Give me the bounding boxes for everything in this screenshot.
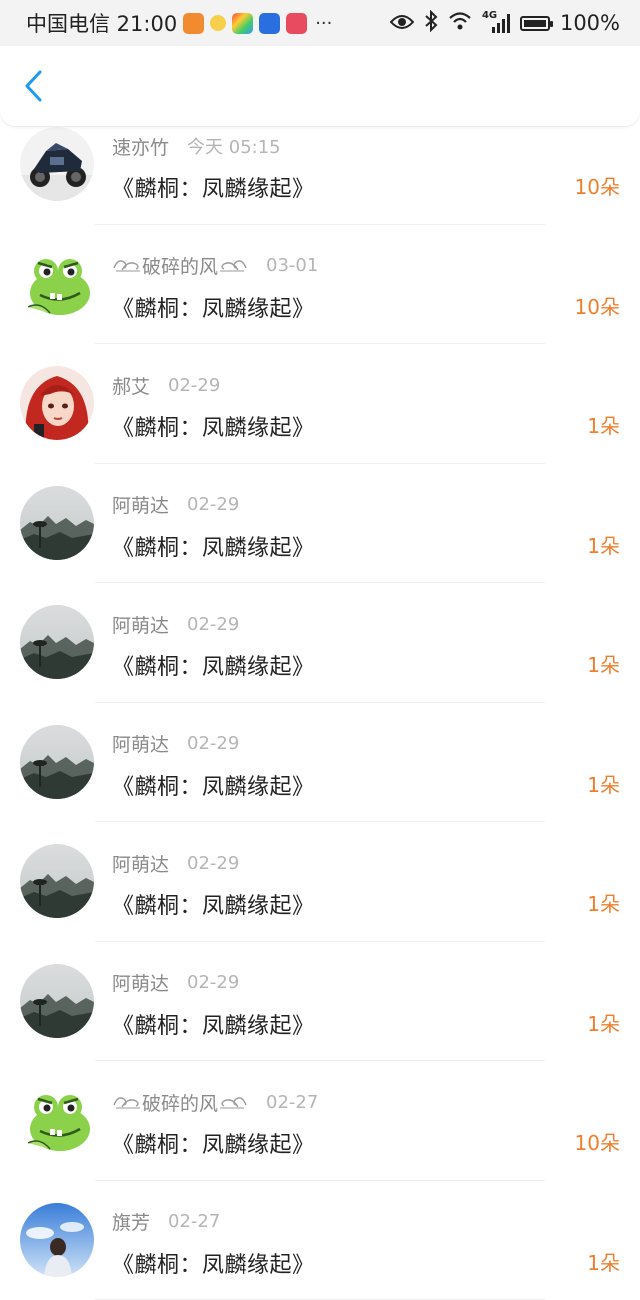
nickname-decoration-icon (218, 1091, 248, 1114)
book-app-icon (286, 13, 307, 34)
entry-meta: 阿萌达 02-29 (112, 970, 239, 996)
book-title: 《麟桐：凤麟缘起》 (112, 769, 315, 801)
username[interactable]: 速亦竹 (112, 133, 169, 160)
timestamp: 02-29 (187, 853, 239, 874)
entry-meta: 破碎的风 03-01 (112, 253, 318, 279)
eye-icon (390, 11, 414, 35)
status-bar: 中国电信 21:00 ··· 4G 100% (0, 0, 640, 46)
list-item[interactable]: 破碎的风 03-01 《麟桐：凤麟缘起》 10朵 (0, 225, 640, 345)
list-item[interactable]: 阿萌达 02-29 《麟桐：凤麟缘起》 1朵 (0, 464, 640, 584)
book-title: 《麟桐：凤麟缘起》 (112, 171, 315, 203)
book-title: 《麟桐：凤麟缘起》 (112, 649, 315, 681)
username[interactable]: 旗芳 (112, 1208, 150, 1235)
book-title: 《麟桐：凤麟缘起》 (112, 1247, 315, 1279)
book-title: 《麟桐：凤麟缘起》 (112, 530, 315, 562)
chevron-left-icon (23, 69, 45, 103)
book-title: 《麟桐：凤麟缘起》 (112, 410, 315, 442)
more-notifications-icon: ··· (315, 13, 332, 34)
timestamp: 02-29 (187, 614, 239, 635)
entry-meta: 阿萌达 02-29 (112, 731, 239, 757)
entry-meta: 阿萌达 02-29 (112, 492, 239, 518)
username[interactable]: 阿萌达 (112, 730, 169, 757)
gift-count: 1朵 (587, 1247, 620, 1276)
nav-bar (0, 46, 640, 127)
carrier-time: 中国电信 21:00 (26, 8, 177, 38)
battery-percent: 100% (560, 11, 620, 35)
lightbulb-app-icon (259, 13, 280, 34)
username[interactable]: 郝艾 (112, 372, 150, 399)
timestamp: 02-29 (187, 494, 239, 515)
bluetooth-icon (424, 10, 438, 37)
avatar[interactable] (20, 486, 94, 560)
entry-meta: 阿萌达 02-29 (112, 850, 239, 876)
list-item[interactable]: 阿萌达 02-29 《麟桐：凤麟缘起》 1朵 (0, 822, 640, 942)
nickname-decoration-icon (112, 1091, 142, 1114)
timestamp: 02-29 (187, 972, 239, 993)
avatar[interactable] (20, 1083, 94, 1157)
avatar[interactable] (20, 366, 94, 440)
book-title: 《麟桐：凤麟缘起》 (112, 1127, 315, 1159)
timestamp: 02-29 (187, 733, 239, 754)
wifi-icon (448, 11, 472, 36)
colorful-app-icon (232, 13, 253, 34)
book-title: 《麟桐：凤麟缘起》 (112, 291, 315, 323)
entry-meta: 速亦竹今天 05:15 (112, 133, 281, 159)
gift-count: 1朵 (587, 888, 620, 917)
timestamp: 02-29 (168, 375, 220, 396)
gift-count: 10朵 (575, 291, 620, 320)
gift-count: 1朵 (587, 410, 620, 439)
avatar[interactable] (20, 725, 94, 799)
avatar[interactable] (20, 964, 94, 1038)
list-item[interactable]: 旗芳 02-27 《麟桐：凤麟缘起》 1朵 (0, 1181, 640, 1300)
username[interactable]: 阿萌达 (112, 491, 169, 518)
gift-count: 1朵 (587, 1008, 620, 1037)
avatar[interactable] (20, 247, 94, 321)
username[interactable]: 阿萌达 (112, 611, 169, 638)
avatar[interactable] (20, 1203, 94, 1277)
gift-count: 10朵 (575, 171, 620, 200)
gift-count: 1朵 (587, 530, 620, 559)
timestamp: 02-27 (266, 1092, 318, 1113)
username[interactable]: 破碎的风 (142, 252, 218, 279)
entry-meta: 郝艾 02-29 (112, 372, 220, 398)
timestamp: 03-01 (266, 255, 318, 276)
gift-count: 10朵 (575, 1127, 620, 1156)
timestamp: 今天 05:15 (187, 133, 281, 159)
entry-meta: 阿萌达 02-29 (112, 611, 239, 637)
gift-count: 1朵 (587, 769, 620, 798)
entry-meta: 破碎的风 02-27 (112, 1089, 318, 1115)
timestamp: 02-27 (168, 1211, 220, 1232)
username[interactable]: 阿萌达 (112, 850, 169, 877)
username[interactable]: 阿萌达 (112, 969, 169, 996)
signal-icon: 4G (482, 12, 510, 34)
list-item[interactable]: 阿萌达 02-29 《麟桐：凤麟缘起》 1朵 (0, 703, 640, 823)
gift-list: 速亦竹今天 05:15《麟桐：凤麟缘起》10朵破碎的风03-01《麟桐：凤麟缘起… (0, 105, 640, 1300)
list-item[interactable]: 阿萌达 02-29 《麟桐：凤麟缘起》 1朵 (0, 583, 640, 703)
username[interactable]: 破碎的风 (142, 1089, 218, 1116)
book-title: 《麟桐：凤麟缘起》 (112, 1008, 315, 1040)
avatar[interactable] (20, 605, 94, 679)
avatar[interactable] (20, 844, 94, 918)
gift-count: 1朵 (587, 649, 620, 678)
battery-icon (520, 16, 550, 31)
avatar[interactable] (20, 127, 94, 201)
bird-app-icon (210, 15, 226, 31)
list-item[interactable]: 阿萌达 02-29 《麟桐：凤麟缘起》 1朵 (0, 942, 640, 1062)
list-item[interactable]: 郝艾 02-29 《麟桐：凤麟缘起》 1朵 (0, 344, 640, 464)
nickname-decoration-icon (218, 254, 248, 277)
book-title: 《麟桐：凤麟缘起》 (112, 888, 315, 920)
chat-app-icon (183, 13, 204, 34)
list-item[interactable]: 破碎的风 02-27 《麟桐：凤麟缘起》 10朵 (0, 1061, 640, 1181)
nickname-decoration-icon (112, 254, 142, 277)
back-button[interactable] (14, 66, 54, 106)
entry-meta: 旗芳 02-27 (112, 1209, 220, 1235)
